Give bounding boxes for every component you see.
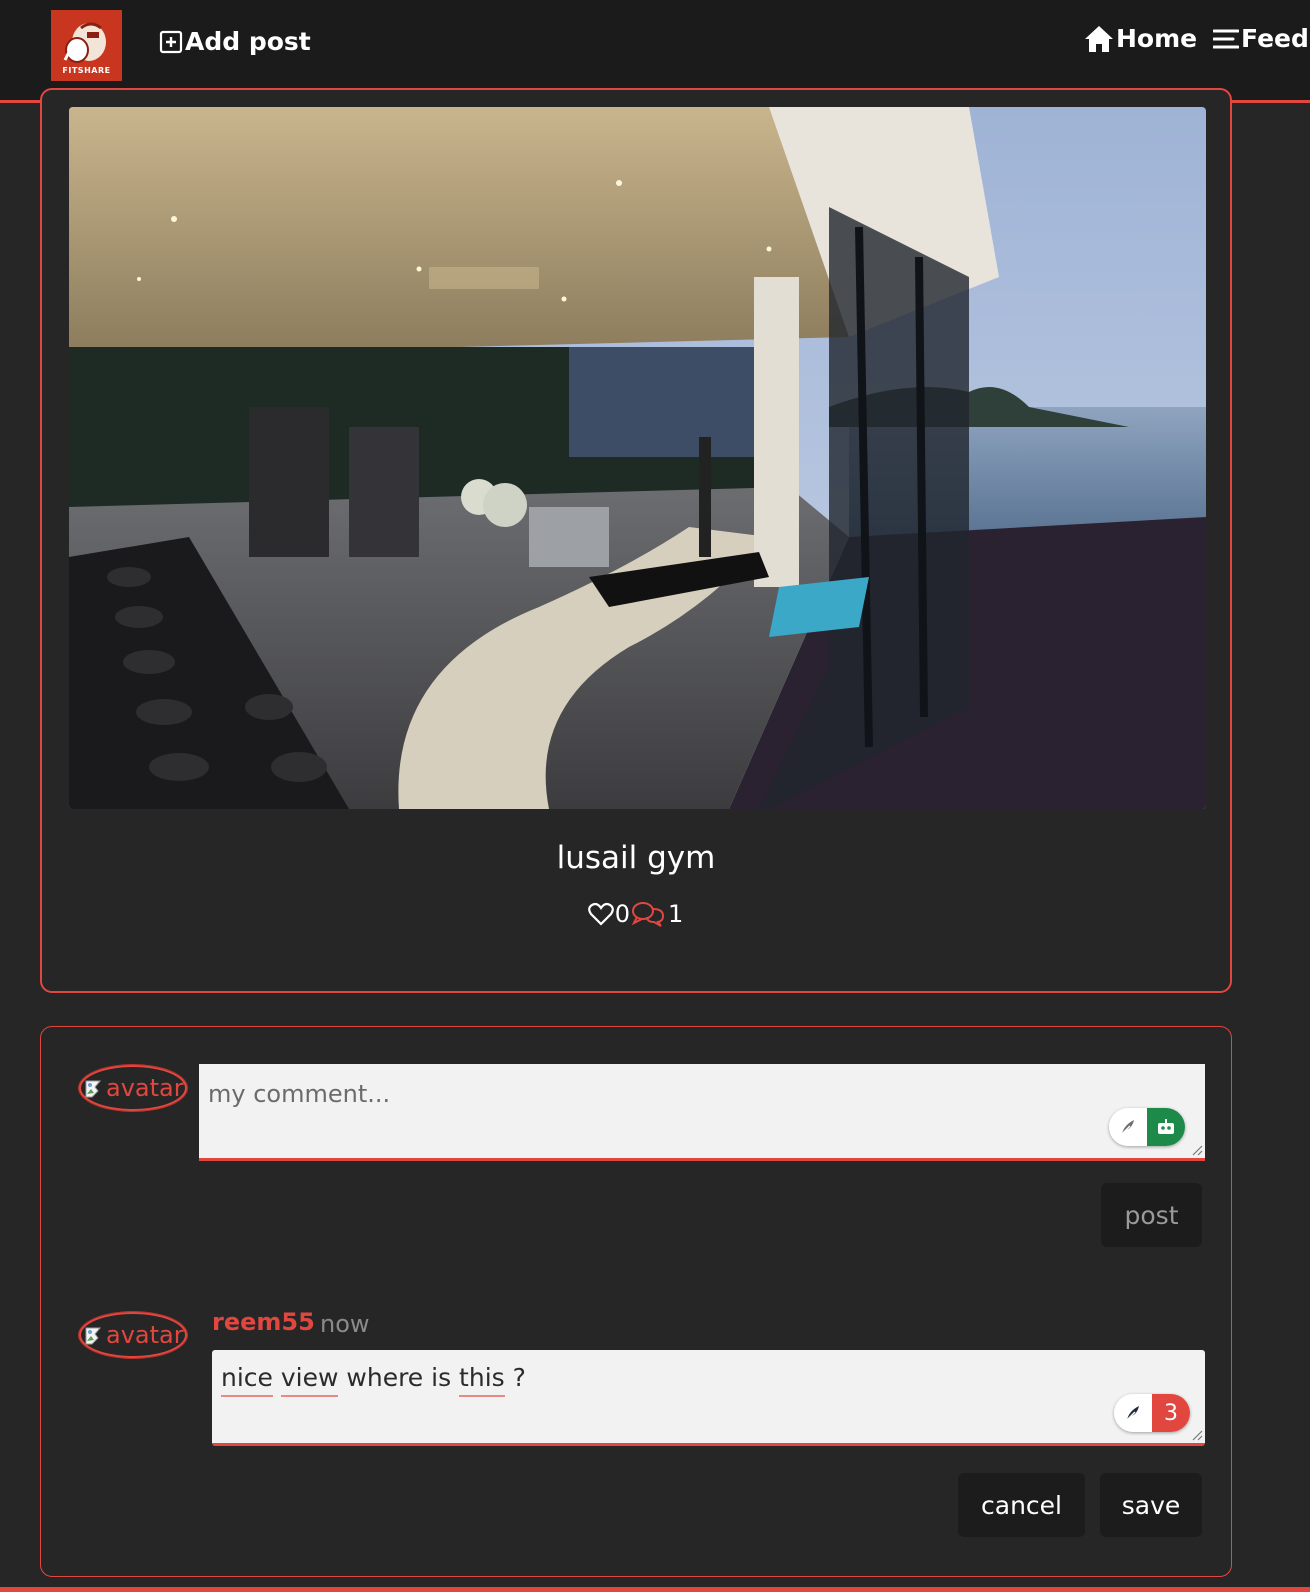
resize-handle-icon[interactable] [1191,1429,1203,1441]
home-icon [1085,25,1113,52]
post-title: lusail gym [556,840,716,876]
post-comment-button[interactable]: post [1101,1183,1202,1247]
nav-feed-link[interactable]: Feed [1213,24,1309,53]
comment-placeholder: my comment... [208,1080,391,1108]
comment-count: 1 [668,900,684,928]
post-image[interactable] [69,107,1206,809]
comment-text: nice view where is this ? [221,1363,526,1397]
spelling-flag: this [459,1363,505,1397]
broken-image-icon [85,1327,102,1345]
spelling-flag: nice [221,1363,273,1397]
comments-section: avatar my comment... post avatar reem55 … [40,1026,1232,1577]
avatar-alt-text: avatar [106,1074,184,1102]
footer-accent-bar [0,1587,1310,1592]
robot-icon[interactable] [1147,1108,1185,1146]
grammar-assistant-widget[interactable] [1109,1108,1185,1146]
grammar-issue-count[interactable]: 3 [1152,1394,1190,1432]
menu-icon [1213,29,1239,48]
cancel-button[interactable]: cancel [958,1473,1085,1537]
like-count: 0 [614,900,630,928]
heart-icon[interactable] [587,902,614,926]
comment-timestamp: now [320,1310,370,1338]
post-card: lusail gym 0 1 [40,88,1232,993]
comment-input[interactable]: my comment... [199,1064,1205,1161]
comment-author[interactable]: reem55 [212,1308,315,1336]
resize-handle-icon[interactable] [1191,1144,1203,1156]
add-post-link[interactable]: Add post [159,27,311,56]
app-logo[interactable]: FITSHARE [51,10,122,81]
nav-feed-label: Feed [1241,24,1309,53]
current-user-avatar: avatar [79,1065,187,1111]
post-stats: 0 1 [42,900,1230,928]
logo-text: FITSHARE [62,66,111,75]
broken-image-icon [85,1080,102,1098]
feather-icon[interactable] [1114,1394,1152,1432]
spelling-flag: view [280,1363,339,1397]
grammar-assistant-widget[interactable]: 3 [1114,1394,1190,1432]
nav-home-label: Home [1116,24,1198,53]
nav-home-link[interactable]: Home [1084,24,1197,53]
comment-author-avatar: avatar [79,1312,187,1358]
feather-icon[interactable] [1109,1108,1147,1146]
comments-icon[interactable] [631,901,667,927]
save-button[interactable]: save [1100,1473,1202,1537]
edit-comment-input[interactable]: nice view where is this ? 3 [212,1350,1205,1446]
gym-photo-icon [69,107,1206,809]
avatar-alt-text: avatar [106,1321,184,1349]
add-post-label: Add post [185,27,311,56]
plus-square-icon [159,30,183,53]
